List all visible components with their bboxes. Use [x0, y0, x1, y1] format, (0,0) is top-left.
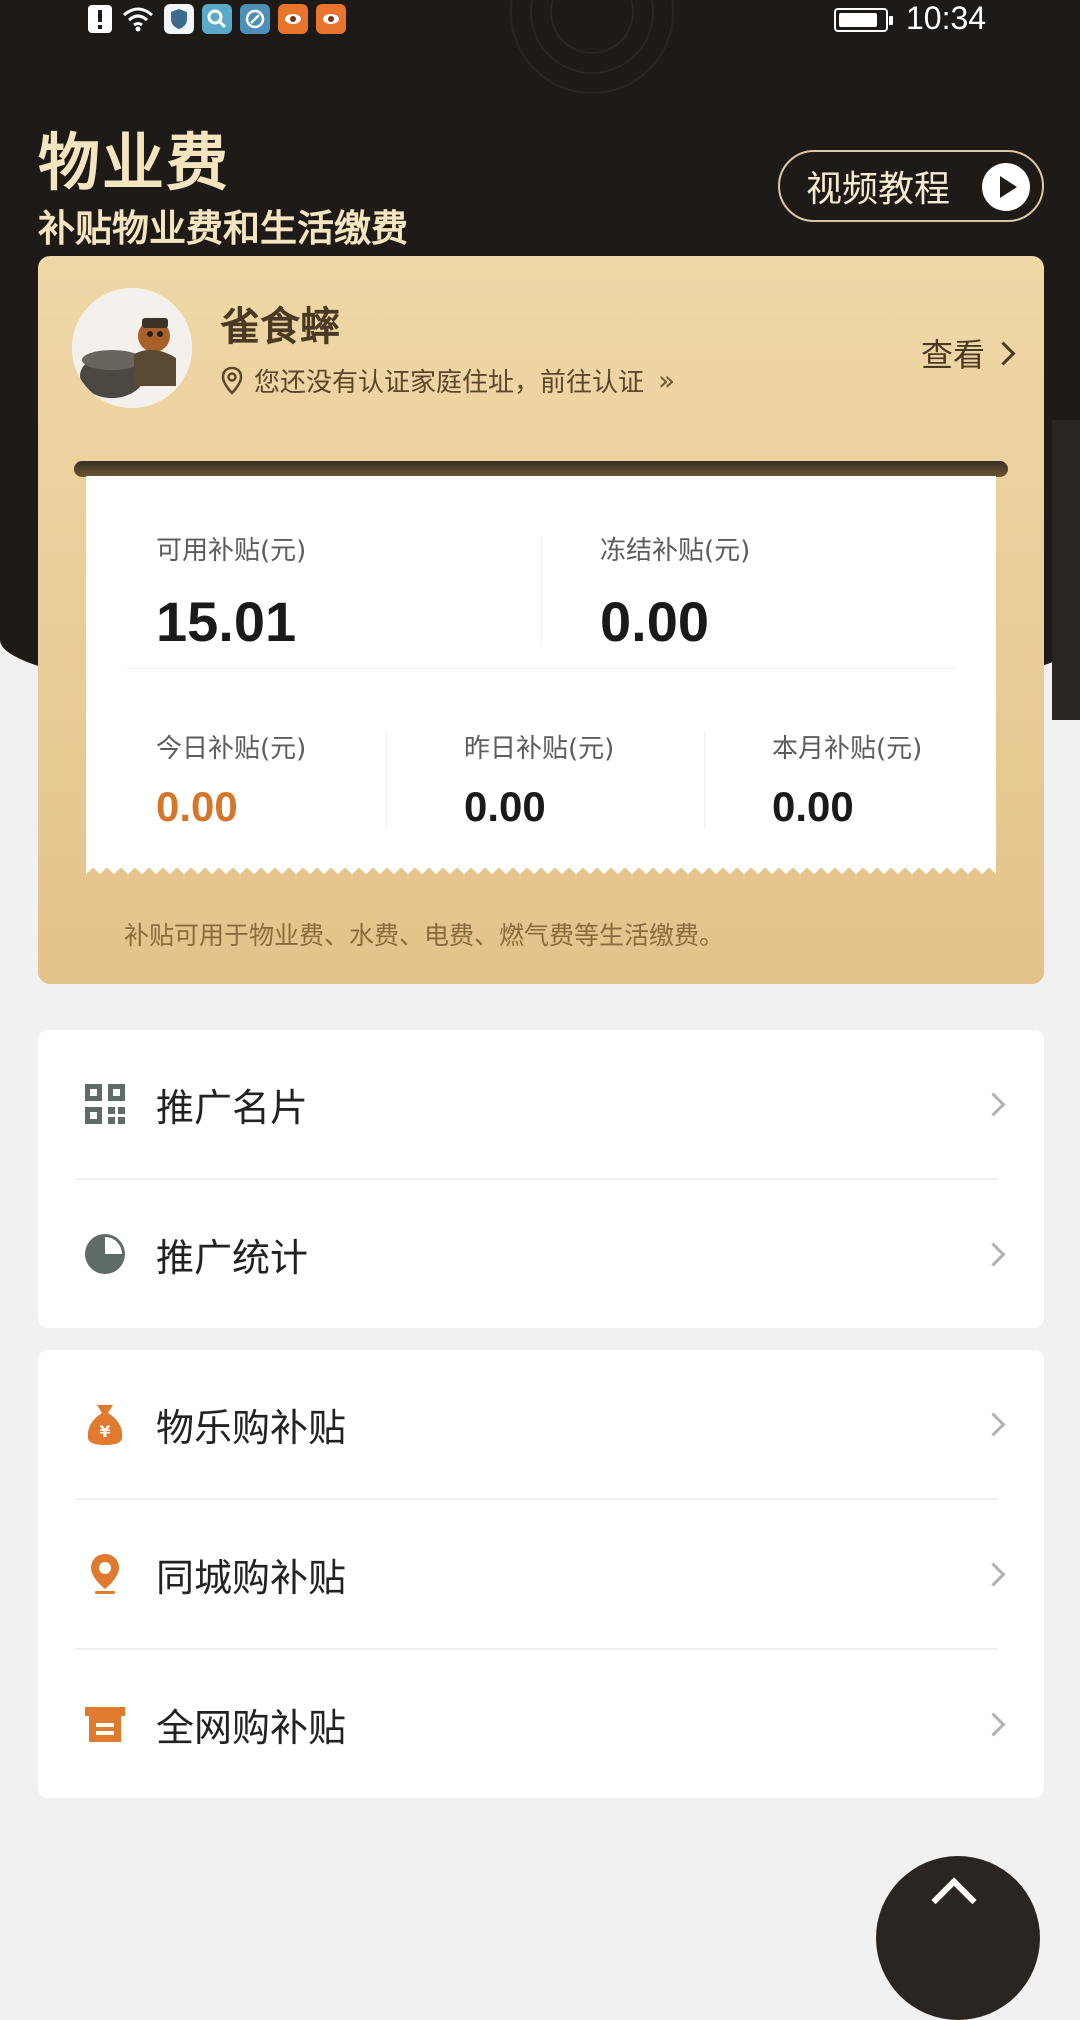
receipt-panel: 可用补贴(元) 15.01 冻结补贴(元) 0.00 今日补贴(元) 0.00 … — [86, 476, 996, 880]
page-title: 物业费 — [38, 126, 231, 199]
yesterday-subsidy-label: 昨日补贴(元) — [464, 734, 615, 764]
video-tutorial-button[interactable]: 视频教程 — [778, 150, 1044, 222]
browser-app-icon — [240, 4, 270, 34]
user-name: 雀食蟀 — [220, 304, 340, 350]
shop-icon — [85, 1707, 125, 1742]
status-time: 10:34 — [906, 0, 987, 36]
available-subsidy: 可用补贴(元) 15.01 — [156, 530, 306, 654]
month-subsidy-value: 0.00 — [772, 783, 854, 830]
divider — [126, 668, 956, 669]
location-pin-icon — [221, 366, 243, 395]
month-subsidy: 本月补贴(元) 0.00 — [772, 728, 922, 831]
status-bar: 10:34 — [0, 0, 1080, 48]
view-label: 查看 — [920, 336, 985, 374]
yesterday-subsidy-value: 0.00 — [464, 783, 546, 830]
today-subsidy-label: 今日补贴(元) — [156, 734, 307, 764]
side-decoration — [1052, 420, 1080, 720]
today-subsidy-value: 0.00 — [156, 783, 238, 830]
alert-icon — [88, 5, 112, 33]
arrow-up-icon — [931, 1877, 977, 1923]
menu-item-label: 推广统计 — [156, 1235, 309, 1280]
wifi-icon — [120, 4, 156, 34]
divider — [541, 536, 542, 646]
menu-item-online-subsidy[interactable]: 全网购补贴 — [38, 1650, 1044, 1798]
menu-item-label: 物乐购补贴 — [156, 1405, 347, 1450]
promotion-menu-card: 推广名片 推广统计 — [38, 1030, 1044, 1328]
address-prompt: 您还没有认证家庭住址，前往认证 — [254, 368, 645, 398]
page-subtitle: 补贴物业费和生活缴费 — [38, 207, 408, 250]
app-eye-icon — [278, 4, 308, 34]
chevron-right-icon — [981, 1091, 1006, 1117]
menu-item-promo-card[interactable]: 推广名片 — [38, 1030, 1044, 1178]
available-subsidy-label: 可用补贴(元) — [156, 536, 307, 566]
qr-code-icon — [85, 1084, 125, 1124]
money-bag-icon: ¥ — [87, 1405, 123, 1445]
avatar-image — [72, 288, 192, 408]
frozen-subsidy-value: 0.00 — [600, 590, 709, 653]
divider — [704, 732, 705, 828]
card-note: 补贴可用于物业费、水费、电费、燃气费等生活缴费。 — [124, 921, 725, 950]
back-to-top-button[interactable] — [876, 1856, 1040, 2020]
address-verify-link[interactable]: 您还没有认证家庭住址，前往认证 » — [220, 362, 675, 399]
double-chevron-icon: » — [658, 364, 676, 397]
frozen-subsidy-label: 冻结补贴(元) — [600, 536, 751, 566]
menu-item-wulegou-subsidy[interactable]: ¥ 物乐购补贴 — [38, 1350, 1044, 1498]
view-button[interactable]: 查看 — [920, 330, 1016, 376]
yesterday-subsidy: 昨日补贴(元) 0.00 — [464, 728, 614, 831]
frozen-subsidy: 冻结补贴(元) 0.00 — [600, 530, 750, 654]
receipt-slot — [74, 461, 1008, 477]
subsidy-card: 雀食蟀 您还没有认证家庭住址，前往认证 » 查看 可用补贴(元) 15.01 冻… — [38, 256, 1044, 984]
location-pin-icon — [91, 1554, 119, 1594]
chevron-right-icon — [981, 1561, 1006, 1587]
menu-item-label: 同城购补贴 — [156, 1555, 347, 1600]
chevron-right-icon — [981, 1711, 1006, 1737]
divider — [386, 732, 387, 828]
chevron-right-icon — [981, 1241, 1006, 1267]
menu-item-promo-stats[interactable]: 推广统计 — [38, 1180, 1044, 1328]
play-icon — [982, 163, 1030, 211]
avatar[interactable] — [72, 288, 192, 408]
pie-chart-icon — [85, 1234, 125, 1274]
search-app-icon — [202, 4, 232, 34]
chevron-right-icon — [991, 340, 1016, 366]
video-tutorial-label: 视频教程 — [806, 169, 951, 210]
shield-icon — [164, 4, 194, 34]
month-subsidy-label: 本月补贴(元) — [772, 734, 923, 764]
status-icons — [88, 4, 346, 34]
today-subsidy: 今日补贴(元) 0.00 — [156, 728, 306, 831]
app-eye-icon — [316, 4, 346, 34]
menu-item-local-subsidy[interactable]: 同城购补贴 — [38, 1500, 1044, 1648]
svg-text:¥: ¥ — [99, 1422, 110, 1441]
available-subsidy-value: 15.01 — [156, 590, 297, 653]
subsidy-menu-card: ¥ 物乐购补贴 同城购补贴 全网购补贴 — [38, 1350, 1044, 1798]
menu-item-label: 全网购补贴 — [156, 1705, 347, 1750]
battery-icon — [834, 8, 893, 32]
menu-item-label: 推广名片 — [156, 1085, 309, 1130]
chevron-right-icon — [981, 1411, 1006, 1437]
